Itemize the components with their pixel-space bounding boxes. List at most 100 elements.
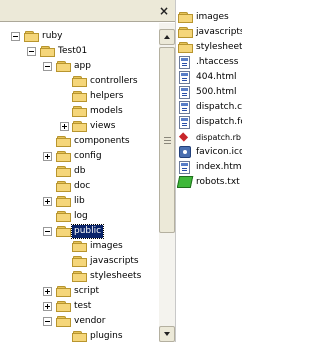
tree-node-views[interactable]: views xyxy=(0,119,150,135)
tree-node-doc[interactable]: doc xyxy=(0,179,150,195)
tree-node-models[interactable]: models xyxy=(0,104,150,120)
tree-node-label: components xyxy=(74,136,130,146)
tree-node-log[interactable]: log xyxy=(0,209,150,225)
file-item-javascripts[interactable]: javascripts xyxy=(177,25,242,40)
tree-node-script[interactable]: script xyxy=(0,284,150,300)
tree-node-app[interactable]: app xyxy=(0,59,150,75)
file-label: .htaccess xyxy=(196,57,239,67)
collapse-toggle[interactable] xyxy=(11,32,20,41)
folder-tree-pane: × ruby Test01 app controllers helpers mo… xyxy=(0,0,176,342)
tree-node-label: javascripts xyxy=(90,256,139,266)
collapse-toggle[interactable] xyxy=(43,317,52,326)
tree-node-images[interactable]: images xyxy=(0,239,150,255)
grip-line xyxy=(164,137,171,138)
file-item-500[interactable]: 500.html xyxy=(177,85,242,100)
expand-toggle[interactable] xyxy=(43,197,52,206)
html-file-icon xyxy=(179,161,190,174)
ruby-file-icon xyxy=(178,131,191,143)
tree-node-db[interactable]: db xyxy=(0,164,150,180)
document-icon xyxy=(179,116,190,129)
tree-node-helpers[interactable]: helpers xyxy=(0,89,150,105)
folder-icon xyxy=(56,211,72,223)
grip-line xyxy=(164,140,171,141)
file-list-pane: images javascripts stylesheets .htaccess… xyxy=(177,0,242,342)
tree-node-public[interactable]: public xyxy=(0,224,150,240)
tree-node-vendor[interactable]: vendor xyxy=(0,314,150,330)
open-folder-icon xyxy=(40,46,56,58)
tree-node-plugins[interactable]: plugins xyxy=(0,329,150,342)
file-item-robots[interactable]: robots.txt xyxy=(177,175,242,190)
tree-node-label: views xyxy=(90,121,116,131)
tree-node-label: images xyxy=(90,241,123,251)
tree-node-label: app xyxy=(74,61,91,71)
tree-node-label: doc xyxy=(74,181,91,191)
file-label: index.html xyxy=(196,162,242,172)
tree-node-label: models xyxy=(90,106,123,116)
folder-icon xyxy=(72,106,88,118)
file-item-images[interactable]: images xyxy=(177,10,242,25)
file-item-dispatch-cgi[interactable]: dispatch.cgi xyxy=(177,100,242,115)
file-item-favicon[interactable]: favicon.ico xyxy=(177,145,242,160)
expand-toggle[interactable] xyxy=(43,302,52,311)
file-item-htaccess[interactable]: .htaccess xyxy=(177,55,242,70)
tree-node-stylesheets[interactable]: stylesheets xyxy=(0,269,150,285)
grip-line xyxy=(164,143,171,144)
tree-node-controllers[interactable]: controllers xyxy=(0,74,150,90)
scroll-thumb[interactable] xyxy=(159,47,175,233)
tree-node-test01[interactable]: Test01 xyxy=(0,44,150,60)
tree-node-components[interactable]: components xyxy=(0,134,150,150)
scroll-up-button[interactable] xyxy=(159,29,175,45)
file-label: javascripts xyxy=(196,27,242,37)
file-label: dispatch.fcgi xyxy=(196,117,242,127)
tree-node-label: controllers xyxy=(90,76,138,86)
file-item-index[interactable]: index.html xyxy=(177,160,242,175)
document-icon xyxy=(179,56,190,69)
folder-icon xyxy=(178,12,194,24)
tree-node-label: db xyxy=(74,166,86,176)
file-item-dispatch-fcgi[interactable]: dispatch.fcgi xyxy=(177,115,242,130)
tree-node-config[interactable]: config xyxy=(0,149,150,165)
folder-icon xyxy=(72,241,88,253)
scroll-down-button[interactable] xyxy=(159,326,175,342)
file-item-stylesheets[interactable]: stylesheets xyxy=(177,40,242,55)
tree-node-test[interactable]: test xyxy=(0,299,150,315)
collapse-toggle[interactable] xyxy=(43,227,52,236)
expand-toggle[interactable] xyxy=(43,152,52,161)
close-button[interactable]: × xyxy=(157,4,171,18)
folder-icon xyxy=(56,196,72,208)
html-file-icon xyxy=(179,71,190,84)
tree-node-label: stylesheets xyxy=(90,271,142,281)
folder-icon xyxy=(72,91,88,103)
file-label: robots.txt xyxy=(196,177,240,187)
file-label: favicon.ico xyxy=(196,147,242,157)
folder-icon xyxy=(56,181,72,193)
open-folder-icon xyxy=(56,61,72,73)
icon-file-icon xyxy=(179,146,191,158)
open-folder-icon xyxy=(24,31,40,43)
tree-node-javascripts[interactable]: javascripts xyxy=(0,254,150,270)
collapse-toggle[interactable] xyxy=(43,62,52,71)
file-item-404[interactable]: 404.html xyxy=(177,70,242,85)
folder-icon xyxy=(56,166,72,178)
file-label: dispatch.cgi xyxy=(196,102,242,112)
open-folder-icon xyxy=(56,316,72,328)
open-folder-icon xyxy=(56,226,72,238)
folder-icon xyxy=(56,286,72,298)
tree-node-label: script xyxy=(74,286,100,296)
tree-node-label: log xyxy=(74,211,88,221)
vertical-scrollbar[interactable] xyxy=(159,23,175,342)
expand-toggle[interactable] xyxy=(43,287,52,296)
document-icon xyxy=(179,101,190,114)
collapse-toggle[interactable] xyxy=(27,47,36,56)
tree-node-label: test xyxy=(74,301,92,311)
expand-toggle[interactable] xyxy=(60,122,69,131)
tree-node-label: ruby xyxy=(42,31,63,41)
file-item-dispatch-rb[interactable]: dispatch.rb xyxy=(177,130,242,145)
tree-node-label-selected: public xyxy=(70,224,105,239)
tree-node-ruby[interactable]: ruby xyxy=(0,29,150,45)
folder-icon xyxy=(72,256,88,268)
tree-node-label: helpers xyxy=(90,91,124,101)
file-label: images xyxy=(196,12,229,22)
tree-node-lib[interactable]: lib xyxy=(0,194,150,210)
file-label: 500.html xyxy=(196,87,237,97)
